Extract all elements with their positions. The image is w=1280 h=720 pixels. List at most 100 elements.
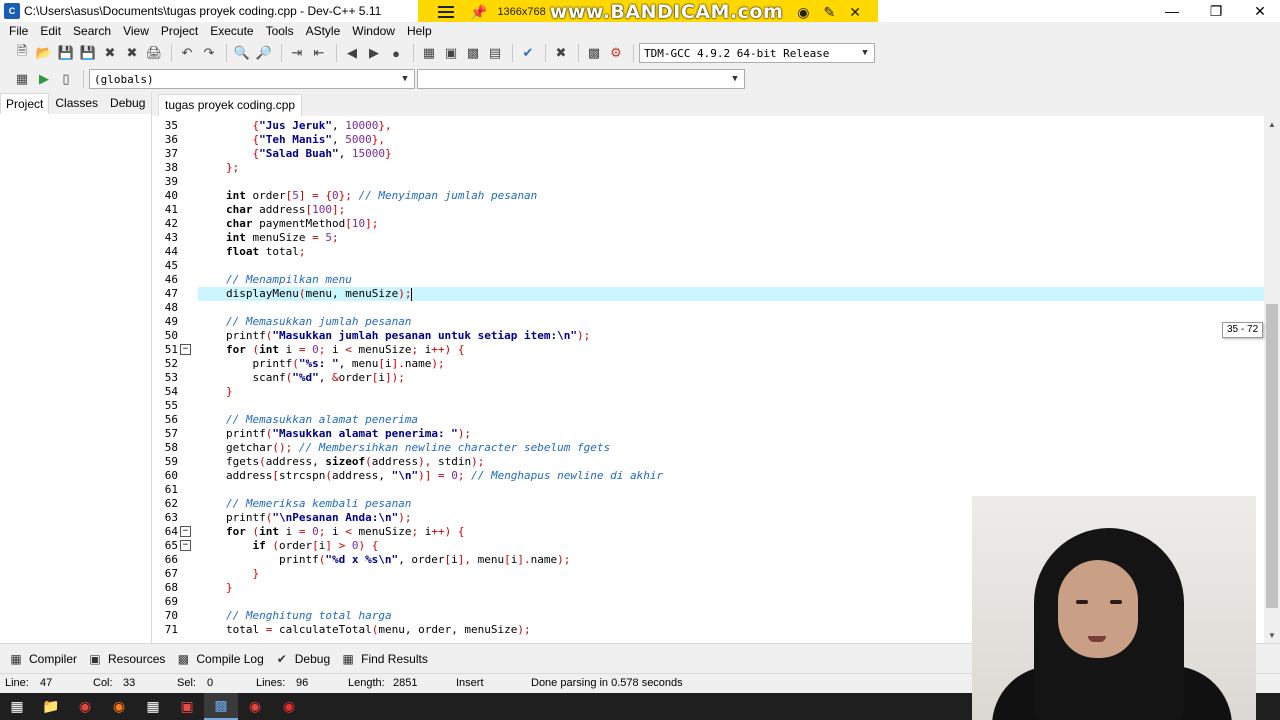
scroll-down-icon[interactable]: ▼ (1264, 627, 1280, 643)
code-line[interactable]: {"Salad Buah", 15000} (252, 147, 391, 161)
chrome-icon[interactable]: ◉ (238, 693, 272, 720)
symbol-select[interactable]: ▼ (417, 69, 745, 89)
pencil-icon[interactable]: ✎ (823, 4, 835, 21)
recorder-menu-icon[interactable] (438, 6, 454, 18)
toggle-icon[interactable]: ▯ (56, 69, 76, 89)
code-line[interactable]: printf("Masukkan alamat penerima: "); (226, 427, 471, 441)
record-icon[interactable]: ◉ (272, 693, 306, 720)
tab-compiler[interactable]: ▦ Compiler (8, 651, 77, 667)
minimize-button[interactable]: — (1150, 0, 1194, 22)
save-all-icon[interactable]: 💾 (78, 43, 98, 63)
tab-project[interactable]: Project (0, 93, 50, 114)
rebuild-icon[interactable]: ▤ (485, 43, 505, 63)
insert-icon[interactable]: ▶ (34, 69, 54, 89)
fold-toggle-icon[interactable]: − (180, 344, 191, 355)
code-line[interactable]: int order[5] = {0}; // Menyimpan jumlah … (226, 189, 537, 203)
stop-icon[interactable]: ✖ (551, 43, 571, 63)
class-icon[interactable]: ▦ (12, 69, 32, 89)
fold-toggle-icon[interactable]: − (180, 540, 191, 551)
debug-icon[interactable]: ⚙ (606, 43, 626, 63)
compile-icon[interactable]: ▦ (419, 43, 439, 63)
new-file-icon[interactable]: 🗎 (12, 43, 32, 63)
chrome-icon[interactable]: ◉ (68, 693, 102, 720)
file-tab[interactable]: tugas proyek coding.cpp (158, 94, 303, 116)
tab-debug[interactable]: Debug (104, 92, 151, 114)
replace-icon[interactable]: 🔎 (254, 43, 274, 63)
tab-debug-output[interactable]: ✔ Debug (274, 651, 330, 667)
menu-edit[interactable]: Edit (35, 24, 68, 38)
file-explorer-icon[interactable]: 📁 (34, 693, 68, 720)
unindent-icon[interactable]: ⇤ (309, 43, 329, 63)
indent-icon[interactable]: ⇥ (287, 43, 307, 63)
store-icon[interactable]: ▦ (136, 693, 170, 720)
code-line[interactable]: // Menampilkan menu (226, 273, 352, 287)
menu-search[interactable]: Search (68, 24, 118, 38)
menu-view[interactable]: View (118, 24, 156, 38)
code-line[interactable]: total = calculateTotal(menu, order, menu… (226, 623, 531, 637)
menu-window[interactable]: Window (347, 24, 402, 38)
code-line[interactable]: fgets(address, sizeof(address), stdin); (226, 455, 484, 469)
menu-tools[interactable]: Tools (261, 24, 301, 38)
redo-icon[interactable]: ↷ (199, 43, 219, 63)
close-all-icon[interactable]: ✖ (122, 43, 142, 63)
code-line[interactable]: displayMenu(menu, menuSize); (226, 287, 413, 301)
close-button[interactable]: ✕ (1238, 0, 1280, 22)
code-line[interactable]: } (226, 385, 233, 399)
tab-classes[interactable]: Classes (49, 92, 104, 114)
code-line[interactable]: // Memasukkan alamat penerima (226, 413, 418, 427)
menu-astyle[interactable]: AStyle (301, 24, 348, 38)
code-line[interactable]: getchar(); // Membersihkan newline chara… (226, 441, 610, 455)
code-line[interactable]: printf("%d x %s\n", order[i], menu[i].na… (279, 553, 570, 567)
firefox-icon[interactable]: ◉ (102, 693, 136, 720)
find-icon[interactable]: 🔍 (232, 43, 252, 63)
code-line[interactable]: // Memasukkan jumlah pesanan (226, 315, 411, 329)
camera-icon[interactable]: ◉ (797, 4, 809, 21)
compiler-select[interactable]: TDM-GCC 4.9.2 64-bit Release ▼ (639, 43, 875, 63)
app-icon[interactable]: ▣ (170, 693, 204, 720)
menu-project[interactable]: Project (156, 24, 205, 38)
save-icon[interactable]: 💾 (56, 43, 76, 63)
code-line[interactable]: address[strcspn(address, "\n")] = 0; // … (226, 469, 663, 483)
scroll-up-icon[interactable]: ▲ (1264, 116, 1280, 132)
menu-help[interactable]: Help (402, 24, 439, 38)
run-icon[interactable]: ▣ (441, 43, 461, 63)
code-line[interactable]: } (252, 567, 259, 581)
code-line[interactable]: printf("%s: ", menu[i].name); (252, 357, 444, 371)
code-line[interactable]: for (int i = 0; i < menuSize; i++) { (226, 343, 464, 357)
compile-run-icon[interactable]: ▩ (463, 43, 483, 63)
code-line[interactable]: // Menghitung total harga (226, 609, 392, 623)
tab-find-results[interactable]: ▦ Find Results (340, 651, 427, 667)
bookmark-icon[interactable]: ● (386, 43, 406, 63)
code-line[interactable]: float total; (226, 245, 306, 259)
code-line[interactable]: int menuSize = 5; (226, 231, 339, 245)
code-line[interactable]: }; (226, 161, 239, 175)
code-line[interactable]: char address[100]; (226, 203, 345, 217)
fold-toggle-icon[interactable]: − (180, 526, 191, 537)
code-line[interactable]: } (226, 581, 233, 595)
code-line[interactable]: printf("\nPesanan Anda:\n"); (226, 511, 411, 525)
menu-file[interactable]: File (4, 24, 35, 38)
code-line[interactable]: char paymentMethod[10]; (226, 217, 378, 231)
code-line[interactable]: {"Teh Manis", 5000}, (252, 133, 384, 147)
devcpp-task-icon[interactable]: ▩ (204, 693, 238, 720)
tab-compile-log[interactable]: ▩ Compile Log (175, 651, 264, 667)
code-line[interactable]: if (order[i] > 0) { (252, 539, 378, 553)
code-line[interactable]: {"Jus Jeruk", 10000}, (252, 119, 391, 133)
undo-icon[interactable]: ↶ (177, 43, 197, 63)
tab-resources[interactable]: ▣ Resources (87, 651, 165, 667)
maximize-button[interactable]: ❐ (1194, 0, 1238, 22)
vertical-scrollbar[interactable]: ▲ ▼ (1264, 116, 1280, 643)
forward-icon[interactable]: ▶ (364, 43, 384, 63)
code-line[interactable]: for (int i = 0; i < menuSize; i++) { (226, 525, 464, 539)
open-file-icon[interactable]: 📂 (34, 43, 54, 63)
menu-execute[interactable]: Execute (205, 24, 260, 38)
scope-select[interactable]: (globals) ▼ (89, 69, 415, 89)
pin-icon[interactable]: 📌 (470, 4, 487, 21)
print-icon[interactable]: 🖨 (144, 43, 164, 63)
code-line[interactable]: scanf("%d", &order[i]); (252, 371, 404, 385)
syntax-check-icon[interactable]: ✔ (518, 43, 538, 63)
back-icon[interactable]: ◀ (342, 43, 362, 63)
recorder-close-icon[interactable]: ✕ (849, 4, 861, 21)
scroll-thumb[interactable] (1266, 304, 1278, 608)
chart-icon[interactable]: ▩ (584, 43, 604, 63)
